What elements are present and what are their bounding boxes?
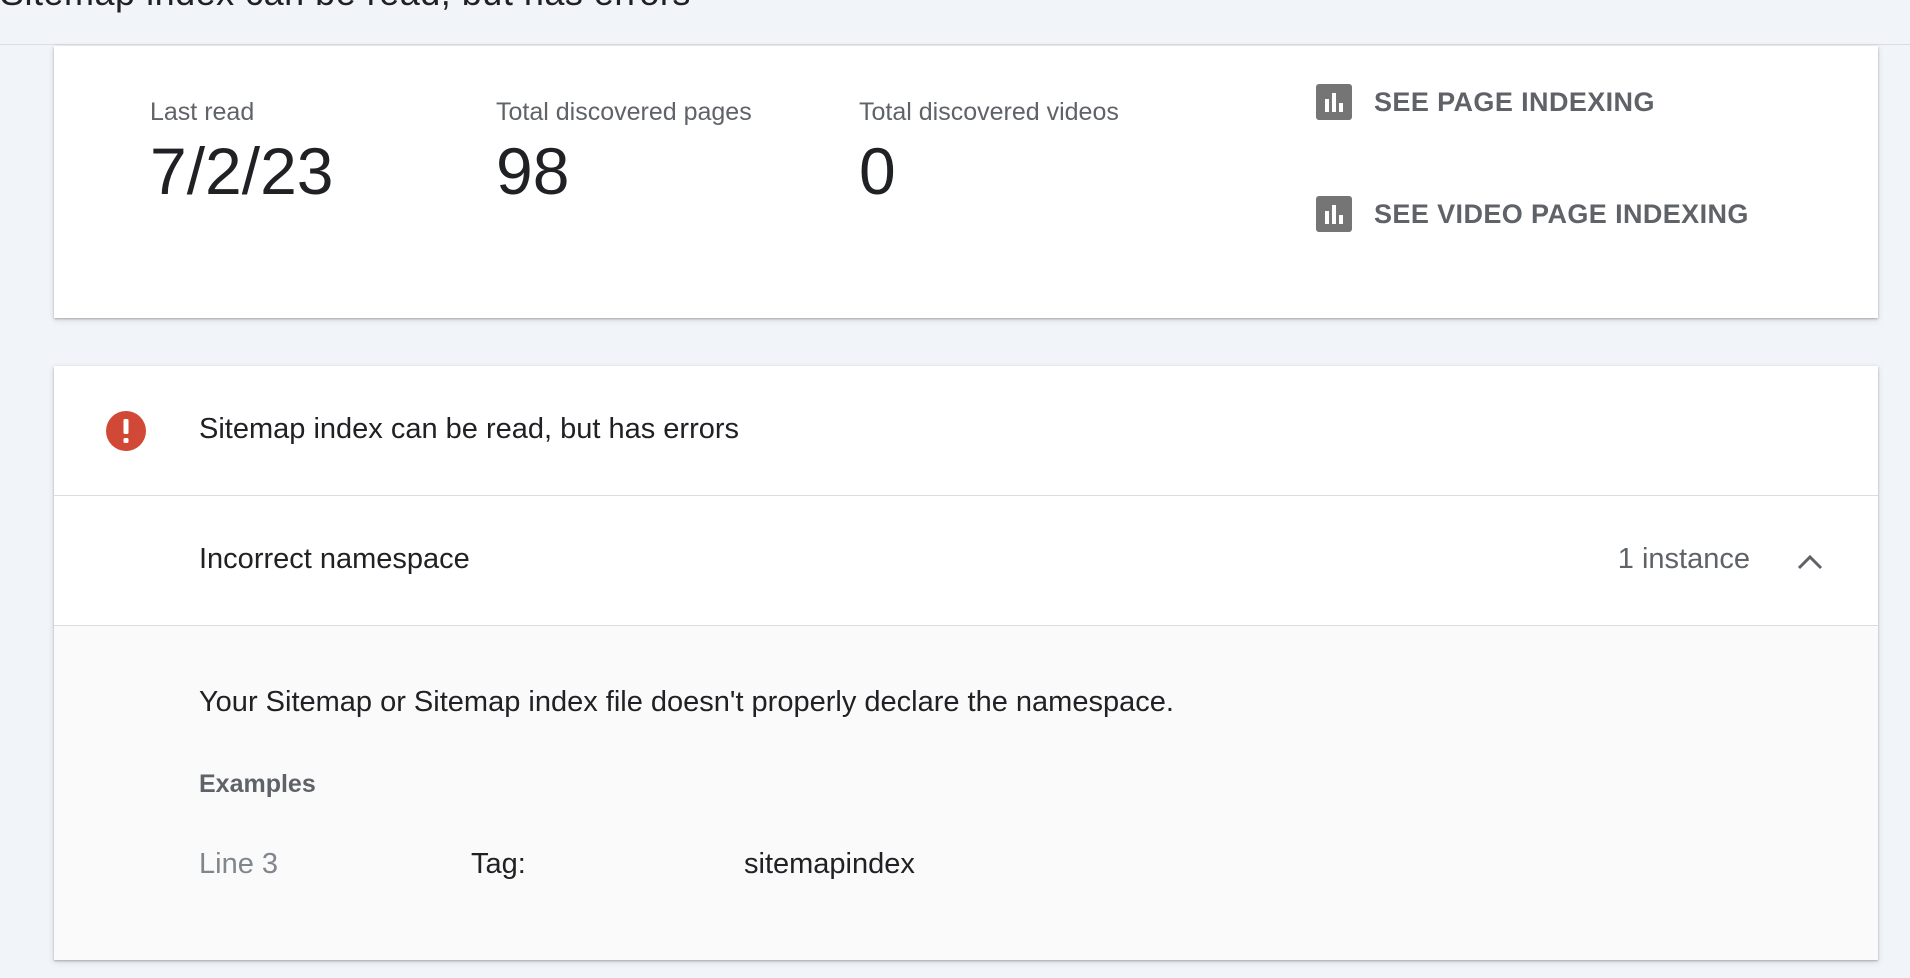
error-summary-title: Sitemap index can be read, but has error… — [199, 413, 740, 445]
discovered-pages-label: Total discovered pages — [496, 98, 752, 126]
discovered-pages-value: 98 — [496, 134, 570, 208]
issue-name: Incorrect namespace — [199, 543, 470, 575]
issue-row-incorrect-namespace[interactable]: Incorrect namespace 1 instance — [54, 496, 1878, 626]
discovered-videos-label: Total discovered videos — [859, 98, 1119, 126]
last-read-stat: Last read 7/2/23 — [150, 98, 334, 208]
example-line-number: Line 3 — [199, 848, 279, 880]
see-page-indexing-link[interactable]: SEE PAGE INDEXING — [1316, 84, 1655, 120]
see-video-page-indexing-label: SEE VIDEO PAGE INDEXING — [1374, 198, 1749, 229]
last-read-value: 7/2/23 — [150, 134, 334, 208]
discovered-videos-stat: Total discovered videos 0 — [859, 98, 1119, 208]
example-tag-label: Tag: — [471, 848, 526, 880]
discovered-pages-stat: Total discovered pages 98 — [496, 98, 752, 208]
sitemap-summary-card: Last read 7/2/23 Total discovered pages … — [54, 46, 1878, 318]
example-row: Line 3 Tag: sitemapindex — [199, 848, 1699, 888]
discovered-videos-value: 0 — [859, 134, 896, 208]
error-summary-header: Sitemap index can be read, but has error… — [54, 366, 1878, 496]
sitemap-errors-card: Sitemap index can be read, but has error… — [54, 366, 1878, 960]
issue-instance-count: 1 instance — [1617, 543, 1750, 575]
chevron-up-icon[interactable] — [1794, 546, 1826, 578]
see-video-page-indexing-link[interactable]: SEE VIDEO PAGE INDEXING — [1316, 196, 1749, 232]
page-header: Sitemap index can be read, but has error… — [0, 0, 1910, 45]
issue-details-panel: Your Sitemap or Sitemap index file doesn… — [54, 626, 1878, 960]
examples-heading: Examples — [199, 770, 316, 798]
see-page-indexing-label: SEE PAGE INDEXING — [1374, 86, 1655, 117]
issue-description: Your Sitemap or Sitemap index file doesn… — [199, 686, 1174, 718]
bar-chart-icon — [1316, 196, 1352, 232]
page-title-cropped: Sitemap index can be read, but has error… — [0, 0, 691, 14]
last-read-label: Last read — [150, 98, 255, 126]
example-tag-value: sitemapindex — [744, 848, 915, 880]
error-icon — [106, 411, 146, 451]
bar-chart-icon — [1316, 84, 1352, 120]
